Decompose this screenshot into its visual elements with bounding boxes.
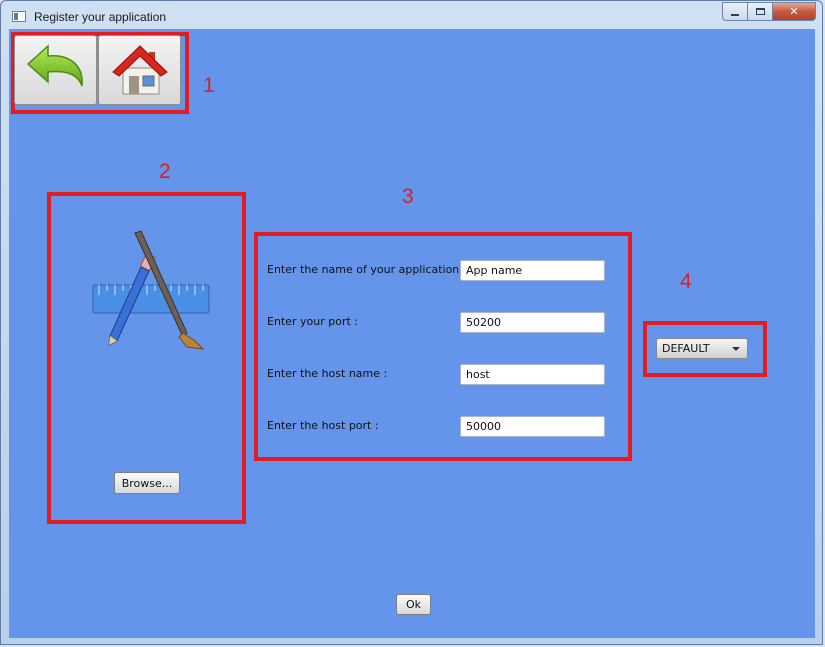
minimize-icon bbox=[731, 13, 739, 16]
maximize-icon bbox=[755, 8, 765, 15]
annotation-number-3: 3 bbox=[402, 185, 414, 208]
host-port-label: Enter the host port : bbox=[267, 419, 379, 432]
annotation-number-4: 4 bbox=[680, 270, 692, 293]
browse-button[interactable]: Browse... bbox=[114, 472, 180, 494]
close-icon: ✕ bbox=[789, 5, 799, 18]
annotation-number-2: 2 bbox=[159, 160, 171, 183]
home-icon bbox=[111, 45, 168, 95]
application-window: Register your application ✕ 1 2 Browse..… bbox=[0, 0, 823, 645]
annotation-number-1: 1 bbox=[203, 74, 215, 97]
back-button[interactable] bbox=[14, 35, 97, 105]
theme-select[interactable]: DEFAULT bbox=[656, 338, 748, 359]
app-name-field[interactable]: App name bbox=[460, 260, 605, 281]
back-arrow-icon bbox=[26, 44, 83, 87]
close-button[interactable]: ✕ bbox=[772, 2, 816, 21]
ok-button[interactable]: Ok bbox=[396, 594, 431, 615]
host-name-field[interactable]: host bbox=[460, 364, 605, 385]
theme-select-value: DEFAULT bbox=[662, 342, 710, 355]
window-controls: ✕ bbox=[722, 2, 816, 21]
window-title: Register your application bbox=[34, 10, 167, 24]
minimize-button[interactable] bbox=[722, 2, 748, 21]
app-name-label: Enter the name of your application : bbox=[267, 263, 467, 276]
maximize-button[interactable] bbox=[747, 2, 773, 21]
app-window-icon bbox=[12, 11, 26, 22]
title-bar[interactable]: Register your application ✕ bbox=[1, 1, 822, 29]
host-port-field[interactable]: 50000 bbox=[460, 416, 605, 437]
port-field[interactable]: 50200 bbox=[460, 312, 605, 333]
host-name-label: Enter the host name : bbox=[267, 367, 388, 380]
port-label: Enter your port : bbox=[267, 315, 359, 328]
app-design-pencil-brush-ruler-icon bbox=[92, 230, 210, 350]
chevron-down-icon[interactable] bbox=[732, 347, 740, 351]
home-button[interactable] bbox=[98, 35, 181, 105]
window-content: 1 2 Browse... 3 Enter the name of your a… bbox=[9, 29, 815, 638]
